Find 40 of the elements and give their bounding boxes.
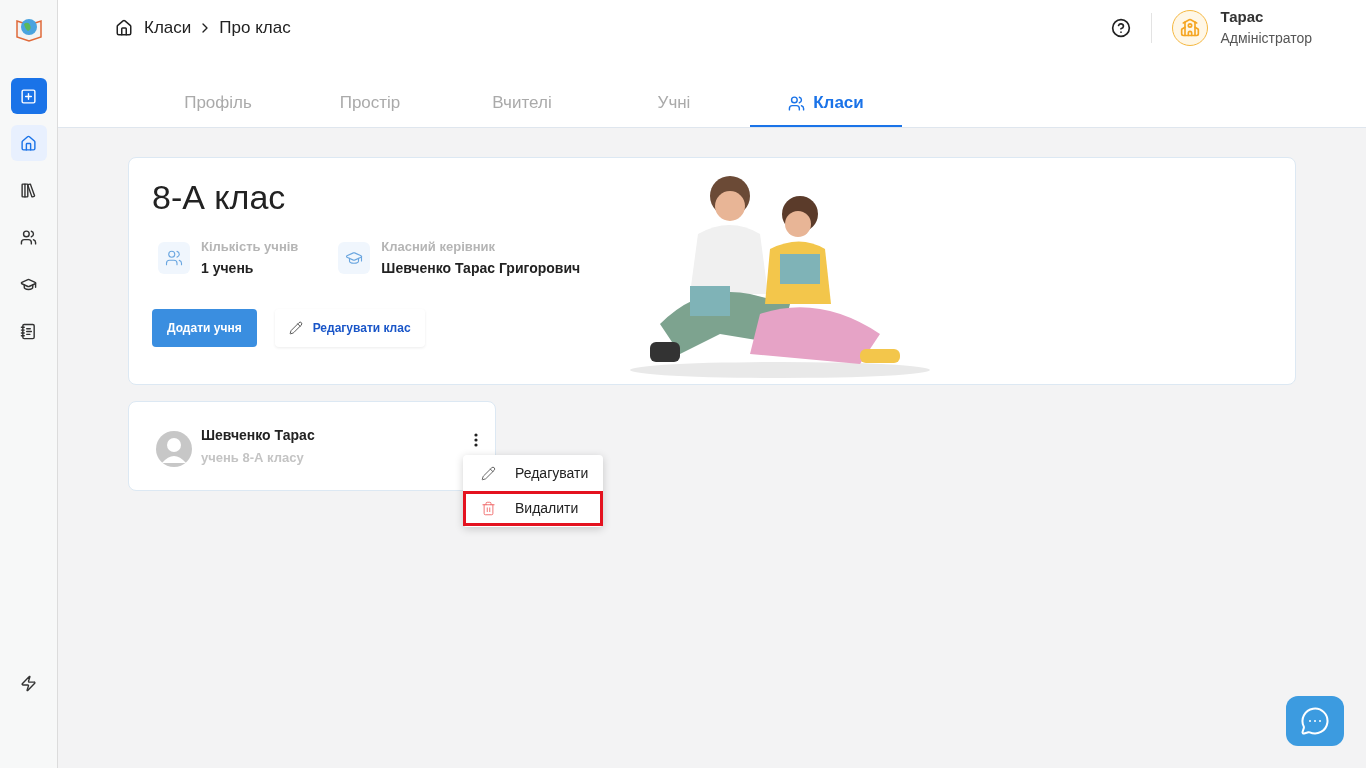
tab[interactable]: Вчителі: [446, 81, 598, 127]
books-icon: [20, 181, 37, 199]
lightning-icon[interactable]: [20, 675, 37, 692]
people-icon: [165, 248, 183, 267]
user-name: Тарас: [1220, 8, 1265, 28]
help-icon[interactable]: [1111, 18, 1132, 38]
more-options-button[interactable]: [474, 433, 478, 447]
menu-item[interactable]: Видалити: [463, 491, 603, 526]
tab[interactable]: Учні: [598, 81, 750, 127]
breadcrumb-item[interactable]: Класи: [144, 15, 192, 41]
student-name: Шевченко Тарас: [201, 425, 316, 445]
pencil-icon: [481, 466, 496, 481]
tab[interactable]: Профіль: [142, 81, 294, 127]
tab[interactable]: Простір: [294, 81, 446, 127]
people-icon: [20, 228, 37, 246]
stat-label: Кількість учнів: [201, 237, 299, 256]
avatar-silhouette: [156, 431, 192, 467]
add-icon: [20, 87, 37, 105]
breadcrumb-item: Про клас: [219, 17, 291, 40]
stat-label: Класний керівник: [381, 237, 497, 256]
class-title: 8-А клас: [152, 177, 287, 218]
people-icon: [788, 94, 806, 112]
tab[interactable]: Класи: [750, 81, 902, 127]
chat-icon: [1300, 706, 1330, 736]
school-icon: [1180, 18, 1201, 38]
student-subtitle: учень 8-А класу: [201, 448, 305, 467]
stat-value: 1 учень: [201, 259, 255, 278]
home-icon: [20, 134, 37, 152]
notebook-icon: [20, 322, 37, 340]
user-role: Адміністратор: [1220, 30, 1312, 48]
pencil-icon: [288, 321, 303, 335]
add-button[interactable]: [10, 78, 47, 114]
trash-icon: [481, 501, 496, 516]
home-icon[interactable]: [115, 19, 133, 37]
menu-item[interactable]: Редагувати: [463, 456, 603, 491]
add-student-button[interactable]: Додати учня: [152, 309, 257, 347]
chat-button[interactable]: [1286, 696, 1344, 746]
stat-value: Шевченко Тарас Григорович: [381, 259, 581, 278]
edit-class-button[interactable]: Редагувати клас: [274, 309, 425, 347]
more-icon: [474, 433, 478, 447]
